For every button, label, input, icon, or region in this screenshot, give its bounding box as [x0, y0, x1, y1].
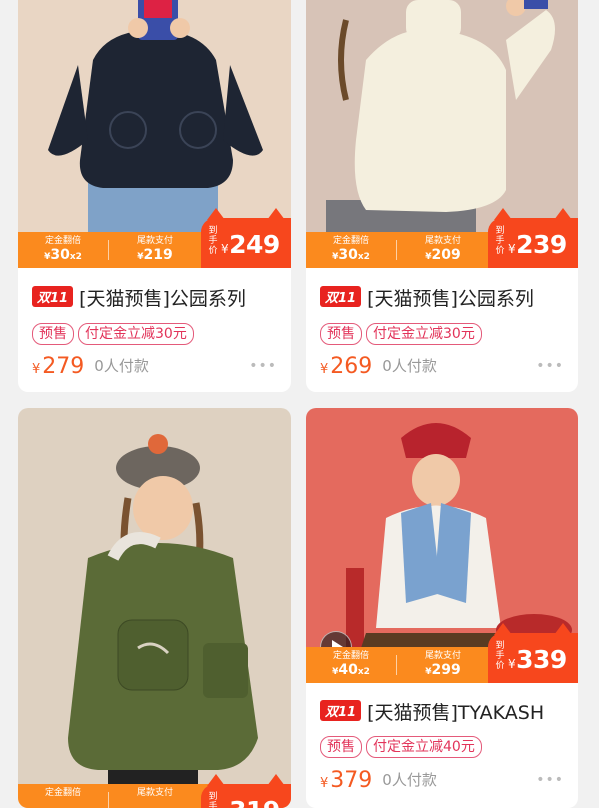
- paid-count: 0人付款: [382, 771, 437, 789]
- balance-value: 209: [431, 247, 461, 263]
- paid-count: 0人付款: [94, 357, 149, 375]
- presale-tag: 预售: [320, 736, 362, 758]
- product-image[interactable]: 定金翻倍 尾款支付 到手价 ¥319: [18, 408, 291, 808]
- product-card[interactable]: 定金翻倍 ¥30x2 尾款支付 ¥219 到手价 ¥249 双11 [天猫预售]公…: [18, 0, 291, 392]
- double11-badge: 双11: [320, 286, 362, 307]
- final-price-value: 249: [229, 230, 280, 259]
- deposit-label: 定金翻倍: [332, 651, 369, 661]
- final-price-tag: 到手价 ¥339: [488, 623, 578, 683]
- final-price-label: 到手价: [208, 792, 218, 808]
- product-title[interactable]: 双11 [天猫预售]TYAKASH: [320, 698, 570, 725]
- product-image[interactable]: 定金翻倍 ¥30x2 尾款支付 ¥219 到手价 ¥249: [18, 0, 291, 268]
- final-price-tag: 到手价 ¥319: [201, 774, 291, 808]
- deposit-label: 定金翻倍: [332, 236, 369, 246]
- final-price-value: 239: [516, 230, 567, 259]
- final-price-value: 339: [516, 645, 567, 674]
- product-photo: [18, 408, 291, 808]
- final-price-label: 到手价: [208, 226, 218, 256]
- presale-tag: 预售: [32, 323, 74, 345]
- paid-count: 0人付款: [382, 357, 437, 375]
- final-price-value: 319: [229, 796, 280, 808]
- product-card[interactable]: 定金翻倍 ¥40x2 尾款支付 ¥299 到手价 ¥339 双11 [天猫预售]T…: [306, 408, 578, 808]
- price: ¥379: [320, 768, 373, 793]
- product-card[interactable]: 定金翻倍 尾款支付 到手价 ¥319: [18, 408, 291, 808]
- more-icon[interactable]: •••: [536, 772, 564, 788]
- price: ¥269: [320, 354, 373, 379]
- product-image[interactable]: 定金翻倍 ¥40x2 尾款支付 ¥299 到手价 ¥339: [306, 408, 578, 683]
- product-image[interactable]: 定金翻倍 ¥30x2 尾款支付 ¥209 到手价 ¥239: [306, 0, 578, 268]
- balance-label: 尾款支付: [424, 651, 461, 661]
- deposit-value: 30: [338, 247, 358, 263]
- discount-tag: 付定金立减40元: [366, 736, 482, 758]
- final-price-label: 到手价: [495, 641, 505, 671]
- deposit-label: 定金翻倍: [44, 236, 81, 246]
- price: ¥279: [32, 354, 85, 379]
- discount-tag: 付定金立减30元: [366, 323, 482, 345]
- product-card[interactable]: 定金翻倍 ¥30x2 尾款支付 ¥209 到手价 ¥239 双11 [天猫预售]公…: [306, 0, 578, 392]
- deposit-label: 定金翻倍: [44, 788, 81, 798]
- discount-tag: 付定金立减30元: [78, 323, 194, 345]
- presale-tag: 预售: [320, 323, 362, 345]
- balance-label: 尾款支付: [136, 788, 173, 798]
- product-title[interactable]: 双11 [天猫预售]公园系列: [32, 284, 283, 311]
- final-price-tag: 到手价 ¥239: [488, 208, 578, 268]
- final-price-tag: 到手价 ¥249: [201, 208, 291, 268]
- final-price-label: 到手价: [495, 226, 505, 256]
- product-title[interactable]: 双11 [天猫预售]公园系列: [320, 284, 570, 311]
- balance-label: 尾款支付: [424, 236, 461, 246]
- balance-value: 299: [431, 662, 461, 678]
- balance-value: 219: [143, 247, 173, 263]
- double11-badge: 双11: [32, 286, 74, 307]
- more-icon[interactable]: •••: [249, 358, 277, 374]
- deposit-value: 40: [338, 662, 358, 678]
- deposit-value: 30: [50, 247, 70, 263]
- balance-label: 尾款支付: [136, 236, 173, 246]
- double11-badge: 双11: [320, 700, 362, 721]
- more-icon[interactable]: •••: [536, 358, 564, 374]
